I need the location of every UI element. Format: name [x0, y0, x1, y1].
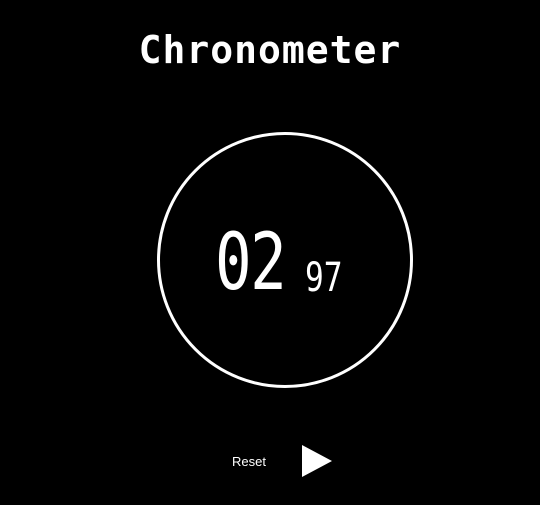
timer-seconds: 02	[215, 218, 287, 308]
play-button[interactable]	[300, 444, 334, 478]
reset-button[interactable]: Reset	[224, 450, 274, 472]
chronometer-app: Chronometer 02 97 Reset	[0, 0, 540, 505]
timer-hundredths: 97	[305, 255, 343, 301]
timer-readout: 02 97	[215, 223, 365, 303]
page-title: Chronometer	[138, 28, 402, 72]
play-icon	[302, 445, 332, 477]
